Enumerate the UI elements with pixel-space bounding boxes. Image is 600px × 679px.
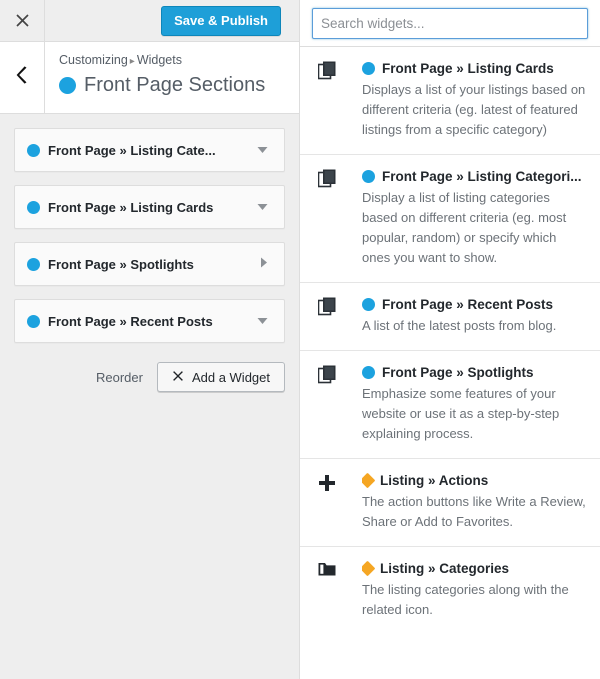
chevron-down-icon[interactable] [257,141,268,159]
breadcrumb-current: Widgets [136,53,182,67]
blue-dot-icon [362,170,375,183]
blue-dot-icon [27,143,40,157]
widget-title-text: Front Page » Listing Cards [382,61,554,76]
widget-description: Displays a list of your listings based o… [362,82,586,137]
blue-dot-icon [27,257,40,271]
widget-sections-list: Front Page » Listing Cate... Front Page … [0,114,299,343]
widget-title-text: Front Page » Recent Posts [382,297,554,312]
breadcrumb-root[interactable]: Customizing [59,53,128,67]
widget-title-text: Listing » Actions [380,473,489,488]
chevron-down-icon[interactable] [257,198,268,216]
close-icon [15,13,30,28]
list-item-body: Listing » Categories The listing categor… [362,559,586,620]
section-item-listing-cards[interactable]: Front Page » Listing Cards [14,185,285,229]
add-a-widget-label: Add a Widget [191,369,270,385]
blue-dot-icon [362,366,375,379]
list-item[interactable]: Front Page » Listing Cards Displays a li… [300,47,600,155]
list-item[interactable]: Listing » Categories The listing categor… [300,547,600,634]
widget-title: Listing » Actions [362,471,586,490]
widget-title: Front Page » Listing Categori... [362,167,586,186]
list-item[interactable]: Front Page » Listing Categori... Display… [300,155,600,283]
widget-description: Display a list of listing categories bas… [362,190,567,265]
list-item[interactable]: Listing » Actions The action buttons lik… [300,459,600,547]
section-item-listing-categories[interactable]: Front Page » Listing Cate... [14,128,285,172]
blue-dot-icon [27,314,40,328]
breadcrumb-separator-icon: ▸ [129,56,135,67]
add-a-widget-button[interactable]: Add a Widget [156,362,285,392]
widget-title-text: Front Page » Listing Categori... [382,169,582,184]
list-item-body: Listing » Actions The action buttons lik… [362,471,586,532]
list-item-body: Front Page » Spotlights Emphasize some f… [362,363,586,444]
widget-title: Front Page » Listing Cards [362,59,586,78]
widget-description: The listing categories along with the re… [362,582,569,617]
widget-description: The action buttons like Write a Review, … [362,494,586,529]
widget-title-text: Listing » Categories [380,561,510,576]
section-item-label: Front Page » Listing Cards [48,199,214,215]
search-input[interactable] [312,8,588,39]
back-button[interactable] [0,42,45,113]
breadcrumb[interactable]: Customizing ▸ Widgets [59,52,299,70]
search-bar [300,0,600,47]
orange-diamond-icon [362,472,376,489]
list-item-body: Front Page » Listing Categori... Display… [362,167,586,268]
section-item-spotlights[interactable]: Front Page » Spotlights [14,242,285,286]
close-customizer-button[interactable] [0,0,45,41]
customizer-topbar: Save & Publish [0,0,299,42]
sections-footer: Reorder Add a Widget [0,356,299,392]
reorder-button[interactable]: Reorder [96,370,143,385]
copy-pages-icon [318,167,362,268]
customizer-screen: Save & Publish Customizing ▸ Widgets Front… [0,0,600,679]
widget-description: Emphasize some features of your website … [362,386,560,441]
list-item-body: Front Page » Recent Posts A list of the … [362,295,586,336]
list-item-body: Front Page » Listing Cards Displays a li… [362,59,586,140]
close-x-icon [172,370,184,385]
copy-pages-icon [318,59,362,140]
widget-title: Front Page » Recent Posts [362,295,586,314]
blue-dot-icon [362,298,375,311]
customizer-panel-header: Customizing ▸ Widgets Front Page Sections [0,42,299,114]
copy-pages-icon [318,363,362,444]
section-item-label: Front Page » Recent Posts [48,313,213,329]
widget-description: A list of the latest posts from blog. [362,318,557,333]
widget-list: Front Page » Listing Cards Displays a li… [300,47,600,679]
section-item-label: Front Page » Spotlights [48,256,194,272]
available-widgets-panel: Front Page » Listing Cards Displays a li… [300,0,600,679]
orange-diamond-icon [362,560,376,577]
plus-icon [318,471,362,532]
folder-icon [318,559,362,620]
blue-dot-icon [59,76,76,94]
chevron-down-icon[interactable] [257,312,268,330]
chevron-left-icon [16,66,29,89]
widget-title: Front Page » Spotlights [362,363,586,382]
section-item-recent-posts[interactable]: Front Page » Recent Posts [14,299,285,343]
panel-header-text: Customizing ▸ Widgets Front Page Sections [45,42,299,113]
page-title-text: Front Page Sections [84,74,266,96]
list-item[interactable]: Front Page » Spotlights Emphasize some f… [300,351,600,459]
customizer-sidebar: Save & Publish Customizing ▸ Widgets Front… [0,0,300,679]
widget-title-text: Front Page » Spotlights [382,365,534,380]
copy-pages-icon [318,295,362,336]
chevron-right-icon[interactable] [260,255,268,273]
page-title: Front Page Sections [59,72,299,98]
widget-title: Listing » Categories [362,559,586,578]
section-item-label: Front Page » Listing Cate... [48,142,216,158]
save-and-publish-button[interactable]: Save & Publish [161,6,281,36]
blue-dot-icon [27,200,40,214]
blue-dot-icon [362,62,375,75]
list-item[interactable]: Front Page » Recent Posts A list of the … [300,283,600,351]
